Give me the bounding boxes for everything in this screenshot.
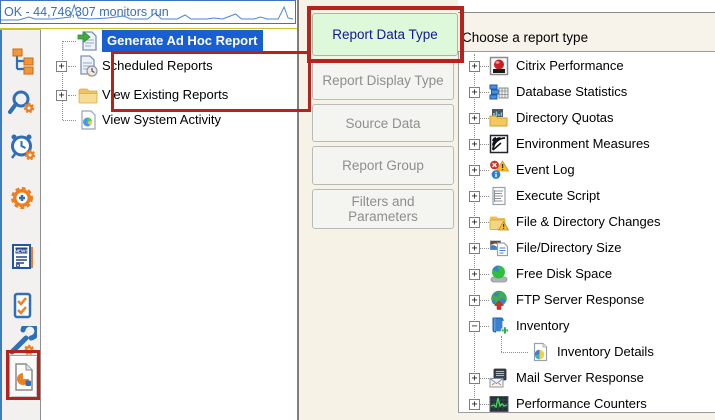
report-type-file-directory-size[interactable]: + File/Directory Size [459,235,715,261]
schedule-clock-icon[interactable] [7,132,37,162]
tab-report-group[interactable]: Report Group [312,146,454,185]
svg-text:NEWS: NEWS [15,248,29,253]
tree-item-label[interactable]: View Existing Reports [102,83,228,107]
report-type-label[interactable]: Event Log [516,157,575,183]
reports-tree-panel: Generate Ad Hoc Report + Scheduled Repor… [41,29,297,420]
tab-filters-and-parameters[interactable]: Filters and Parameters [312,189,454,229]
tab-report-data-type[interactable]: Report Data Type [312,13,458,56]
hierarchy-icon[interactable] [7,46,37,76]
scheduled-reports-icon [77,55,99,77]
execute-script-icon [489,186,509,206]
event-log-icon [489,160,509,180]
tools-wrench-icon[interactable] [7,326,37,356]
report-type-file-directory-changes[interactable]: + File & Directory Changes [459,209,715,235]
file-directory-changes-icon [489,212,509,232]
report-type-performance-counters[interactable]: + Performance Counters [459,391,715,413]
folder-icon [77,84,99,106]
reports-icon [13,363,35,391]
report-type-label[interactable]: Inventory [516,313,569,339]
expand-icon[interactable]: + [56,61,67,72]
tree-item-label[interactable]: Scheduled Reports [102,54,213,78]
report-type-ftp-server-response[interactable]: + FTP Server Response [459,287,715,313]
report-type-event-log[interactable]: + Event Log [459,157,715,183]
tree-item-label[interactable]: Generate Ad Hoc Report [102,30,263,52]
tree-item-scheduled-reports[interactable]: + Scheduled Reports [41,54,297,78]
status-graph-bar[interactable]: OK - 44,746,307 monitors run [0,0,296,24]
mail-server-response-icon [489,368,509,388]
report-type-label[interactable]: Execute Script [516,183,600,209]
directory-quotas-icon [489,108,509,128]
navigation-sidebar: NEWS [0,30,41,420]
report-type-label[interactable]: File/Directory Size [516,235,621,261]
report-type-label[interactable]: Mail Server Response [516,365,644,391]
report-type-database-statistics[interactable]: + Database Statistics [459,79,715,105]
search-icon[interactable] [7,89,37,119]
expand-icon[interactable]: + [469,61,480,72]
report-type-label[interactable]: Free Disk Space [516,261,612,287]
tree-item-generate-ad-hoc-report[interactable]: Generate Ad Hoc Report [41,29,297,53]
tree-item-view-system-activity[interactable]: View System Activity [41,108,297,132]
report-type-inventory[interactable]: − Inventory [459,313,715,339]
expand-icon[interactable]: + [56,90,67,101]
tree-item-label[interactable]: View System Activity [102,108,221,132]
expand-icon[interactable]: + [469,139,480,150]
expand-icon[interactable]: + [469,191,480,202]
report-type-label[interactable]: File & Directory Changes [516,209,661,235]
status-text: OK - 44,746,307 monitors run [4,5,169,19]
app-window: OK - 44,746,307 monitors run [0,0,715,420]
expand-icon[interactable]: + [469,243,480,254]
environment-measures-icon [489,134,509,154]
file-directory-size-icon [489,238,509,258]
expand-icon[interactable]: + [469,217,480,228]
report-type-citrix-performance[interactable]: + Citrix Performance [459,53,715,79]
report-type-label[interactable]: Performance Counters [516,391,647,413]
checklist-icon[interactable] [7,291,37,321]
system-activity-icon [77,109,99,131]
tree-item-view-existing-reports[interactable]: + View Existing Reports [41,83,297,107]
expand-icon[interactable]: + [469,165,480,176]
database-statistics-icon [489,82,509,102]
settings-gear-icon[interactable] [7,184,37,214]
tab-source-data[interactable]: Source Data [312,104,454,142]
expand-icon[interactable]: + [469,87,480,98]
report-type-panel: Choose a report type + Citrix Performanc… [458,0,715,420]
panel-top-strip [458,0,715,13]
wizard-step-tabs: Report Data Type Report Display Type Sou… [297,0,458,420]
report-type-label[interactable]: Citrix Performance [516,53,624,79]
performance-counters-icon [489,394,509,413]
report-type-free-disk-space[interactable]: + Free Disk Space [459,261,715,287]
report-type-inventory-details[interactable]: Inventory Details [459,339,715,365]
expand-icon[interactable]: + [469,373,480,384]
expand-icon[interactable]: + [469,269,480,280]
expand-icon[interactable]: + [469,399,480,410]
report-type-mail-server-response[interactable]: + Mail Server Response [459,365,715,391]
report-type-label[interactable]: Directory Quotas [516,105,614,131]
report-type-label[interactable]: Environment Measures [516,131,650,157]
report-type-environment-measures[interactable]: + Environment Measures [459,131,715,157]
reports-nav-button[interactable] [9,355,38,398]
report-type-label[interactable]: Inventory Details [557,339,654,365]
free-disk-space-icon [489,264,509,284]
collapse-icon[interactable]: − [469,321,480,332]
inventory-details-icon [530,342,550,362]
report-type-execute-script[interactable]: + Execute Script [459,183,715,209]
report-type-list: + Citrix Performance + [458,51,715,413]
news-icon[interactable]: NEWS [7,242,37,272]
tab-report-display-type[interactable]: Report Display Type [312,61,454,100]
ad-hoc-report-icon [77,30,99,52]
choose-report-type-heading: Choose a report type [462,30,588,45]
report-type-directory-quotas[interactable]: + Directory Quotas [459,105,715,131]
citrix-performance-icon [489,56,509,76]
ftp-server-response-icon [489,290,509,310]
inventory-icon [489,316,509,336]
expand-icon[interactable]: + [469,113,480,124]
report-type-label[interactable]: Database Statistics [516,79,627,105]
report-type-label[interactable]: FTP Server Response [516,287,644,313]
expand-icon[interactable]: + [469,295,480,306]
